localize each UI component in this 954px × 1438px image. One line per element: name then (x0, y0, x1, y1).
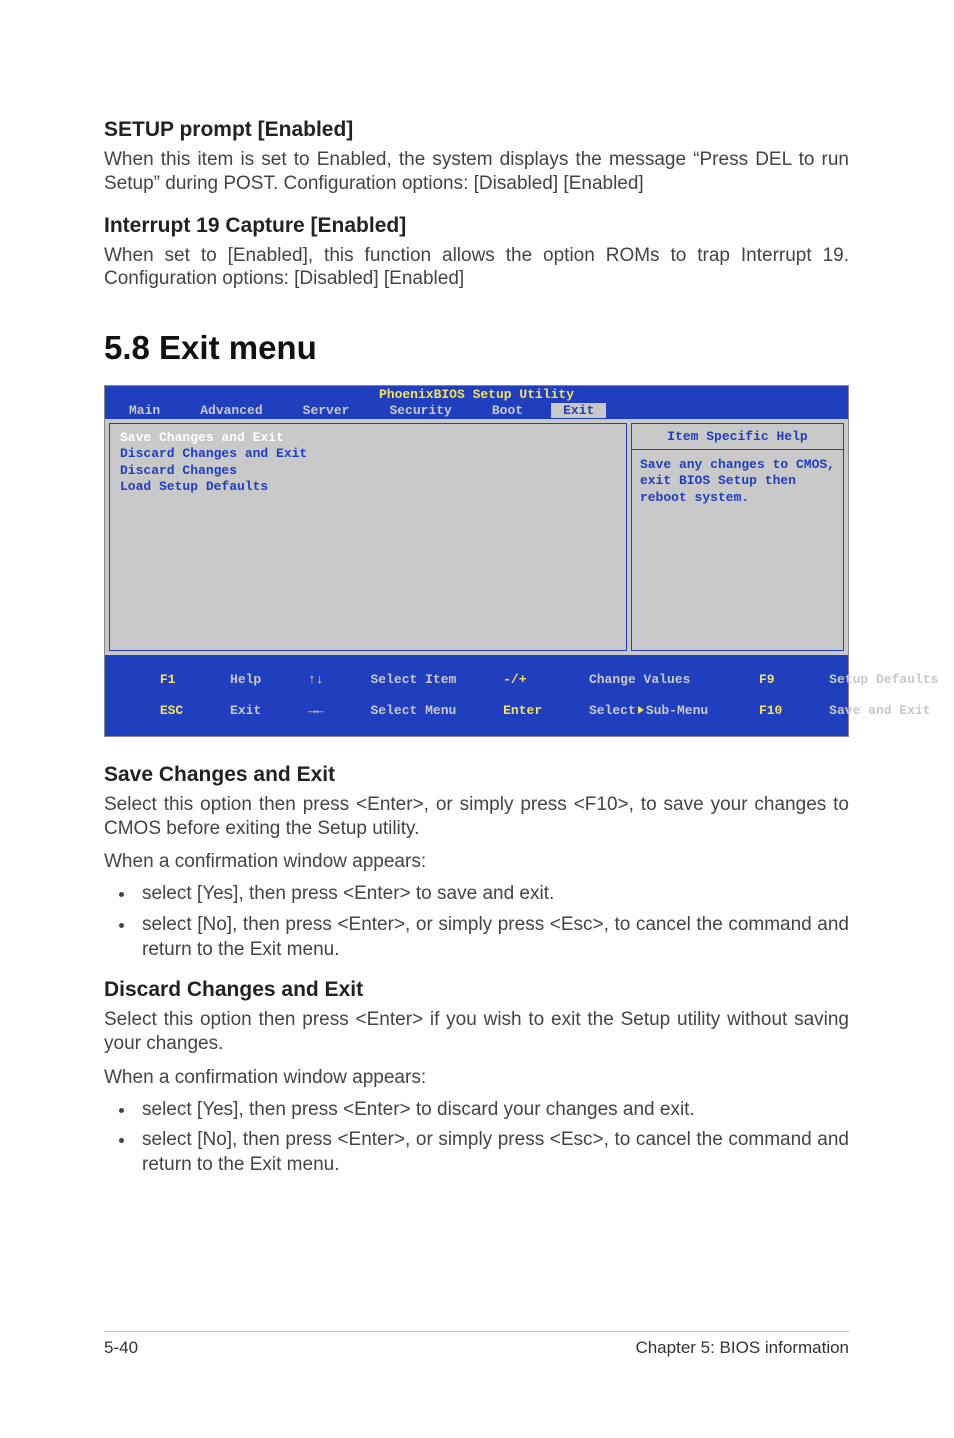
key-enter: Enter (503, 703, 542, 718)
menu-discard-changes[interactable]: Discard Changes (120, 463, 616, 479)
bios-body: Save Changes and Exit Discard Changes an… (105, 419, 848, 655)
interrupt19-heading: Interrupt 19 Capture [Enabled] (104, 214, 849, 238)
tab-security[interactable]: Security (377, 403, 463, 418)
discard-exit-p1: Select this option then press <Enter> if… (104, 1008, 849, 1056)
key-minus-plus: -/+ (503, 672, 526, 687)
save-exit-heading: Save Changes and Exit (104, 763, 849, 787)
save-exit-p1: Select this option then press <Enter>, o… (104, 793, 849, 841)
discard-exit-list: select [Yes], then press <Enter> to disc… (104, 1098, 849, 1178)
bios-help-title: Item Specific Help (632, 424, 843, 450)
label-change-values: Change Values (589, 672, 690, 687)
key-f1: F1 (160, 672, 176, 687)
chapter-label: Chapter 5: BIOS information (635, 1338, 849, 1358)
tab-exit[interactable]: Exit (551, 403, 606, 418)
page-footer: 5-40 Chapter 5: BIOS information (104, 1331, 849, 1358)
bios-tabs: Main Advanced Server Security Boot Exit (105, 403, 848, 419)
label-select-menu: Select Menu (370, 703, 456, 718)
exit-menu-title: 5.8 Exit menu (104, 329, 849, 367)
setup-prompt-heading: SETUP prompt [Enabled] (104, 118, 849, 142)
save-exit-p2: When a confirmation window appears: (104, 850, 849, 874)
setup-prompt-body: When this item is set to Enabled, the sy… (104, 148, 849, 196)
label-select-item: Select Item (370, 672, 456, 687)
key-f9: F9 (759, 672, 775, 687)
label-sub-menu: Sub-Menu (646, 703, 708, 718)
bios-screenshot: PhoenixBIOS Setup Utility Main Advanced … (104, 385, 849, 737)
discard-exit-p2: When a confirmation window appears: (104, 1066, 849, 1090)
tab-advanced[interactable]: Advanced (188, 403, 274, 418)
label-setup-defaults: Setup Defaults (829, 672, 938, 687)
menu-save-changes-exit[interactable]: Save Changes and Exit (120, 430, 616, 446)
discard-exit-li1: select [Yes], then press <Enter> to disc… (136, 1098, 849, 1123)
bios-footer: F1 ESC Help Exit ↑↓ →← Select Item Selec… (105, 655, 848, 736)
discard-exit-li2: select [No], then press <Enter>, or simp… (136, 1128, 849, 1177)
menu-load-setup-defaults[interactable]: Load Setup Defaults (120, 479, 616, 495)
save-exit-list: select [Yes], then press <Enter> to save… (104, 882, 849, 962)
bios-title: PhoenixBIOS Setup Utility (105, 386, 848, 403)
label-select-sub: Select (589, 703, 636, 718)
save-exit-li2: select [No], then press <Enter>, or simp… (136, 913, 849, 962)
label-exit: Exit (230, 703, 261, 718)
menu-discard-changes-exit[interactable]: Discard Changes and Exit (120, 446, 616, 462)
interrupt19-body: When set to [Enabled], this function all… (104, 244, 849, 292)
page-number: 5-40 (104, 1338, 138, 1358)
bios-help-body: Save any changes to CMOS, exit BIOS Setu… (632, 450, 843, 513)
key-esc: ESC (160, 703, 183, 718)
triangle-icon (638, 706, 644, 714)
tab-boot[interactable]: Boot (480, 403, 535, 418)
bios-menu-list: Save Changes and Exit Discard Changes an… (109, 423, 627, 651)
discard-exit-heading: Discard Changes and Exit (104, 978, 849, 1002)
key-updown: ↑↓ (308, 672, 324, 687)
key-leftright: →← (308, 703, 324, 718)
label-save-exit: Save and Exit (829, 703, 930, 718)
label-help: Help (230, 672, 261, 687)
key-f10: F10 (759, 703, 782, 718)
tab-main[interactable]: Main (117, 403, 172, 418)
tab-server[interactable]: Server (291, 403, 362, 418)
save-exit-li1: select [Yes], then press <Enter> to save… (136, 882, 849, 907)
bios-help-panel: Item Specific Help Save any changes to C… (631, 423, 844, 651)
